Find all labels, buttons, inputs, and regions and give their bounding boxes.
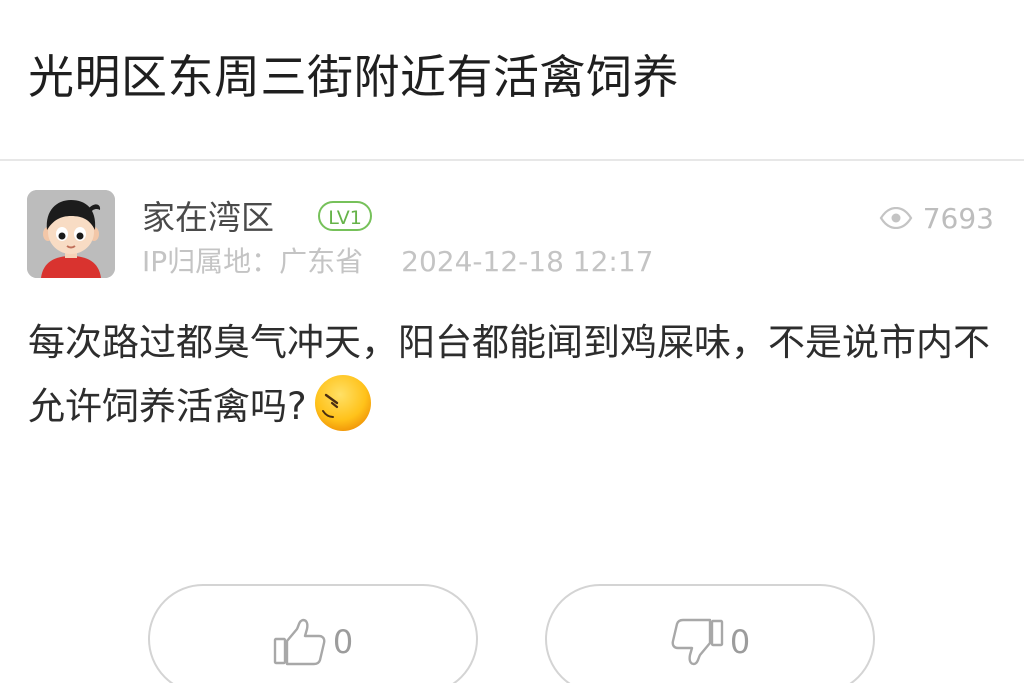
- post-title: 光明区东周三街附近有活禽饲养: [28, 50, 679, 104]
- post-content-text: 每次路过都臭气冲天，阳台都能闻到鸡屎味，不是说市内不允许饲养活禽吗?: [28, 321, 990, 428]
- dislike-button[interactable]: 0: [545, 584, 875, 683]
- thumbs-up-icon: [273, 617, 327, 667]
- view-count: 7693: [879, 196, 994, 240]
- eye-icon: [879, 207, 913, 229]
- post-detail-page: 光明区东周三街附近有活禽饲养 家在湾区 LV1 IP归属地：广东省 2024-1…: [0, 0, 1024, 683]
- post-meta: IP归属地：广东省 2024-12-18 12:17: [142, 242, 653, 282]
- like-count: 0: [332, 623, 354, 661]
- like-button[interactable]: 0: [148, 584, 478, 683]
- cartoon-boy-avatar-icon: [27, 190, 115, 278]
- title-divider: [0, 159, 1024, 161]
- view-count-value: 7693: [922, 201, 994, 235]
- author-name[interactable]: 家在湾区: [142, 196, 274, 240]
- ip-location: IP归属地：广东省: [142, 245, 364, 278]
- author-avatar[interactable]: [27, 190, 115, 278]
- dislike-count: 0: [729, 623, 751, 661]
- sleepy-face-emoji-icon: [313, 373, 373, 433]
- post-timestamp: 2024-12-18 12:17: [401, 245, 654, 278]
- author-level-badge: LV1: [318, 201, 372, 231]
- post-content: 每次路过都臭气冲天，阳台都能闻到鸡屎味，不是说市内不允许饲养活禽吗?: [28, 311, 998, 439]
- thumbs-down-icon: [670, 617, 724, 667]
